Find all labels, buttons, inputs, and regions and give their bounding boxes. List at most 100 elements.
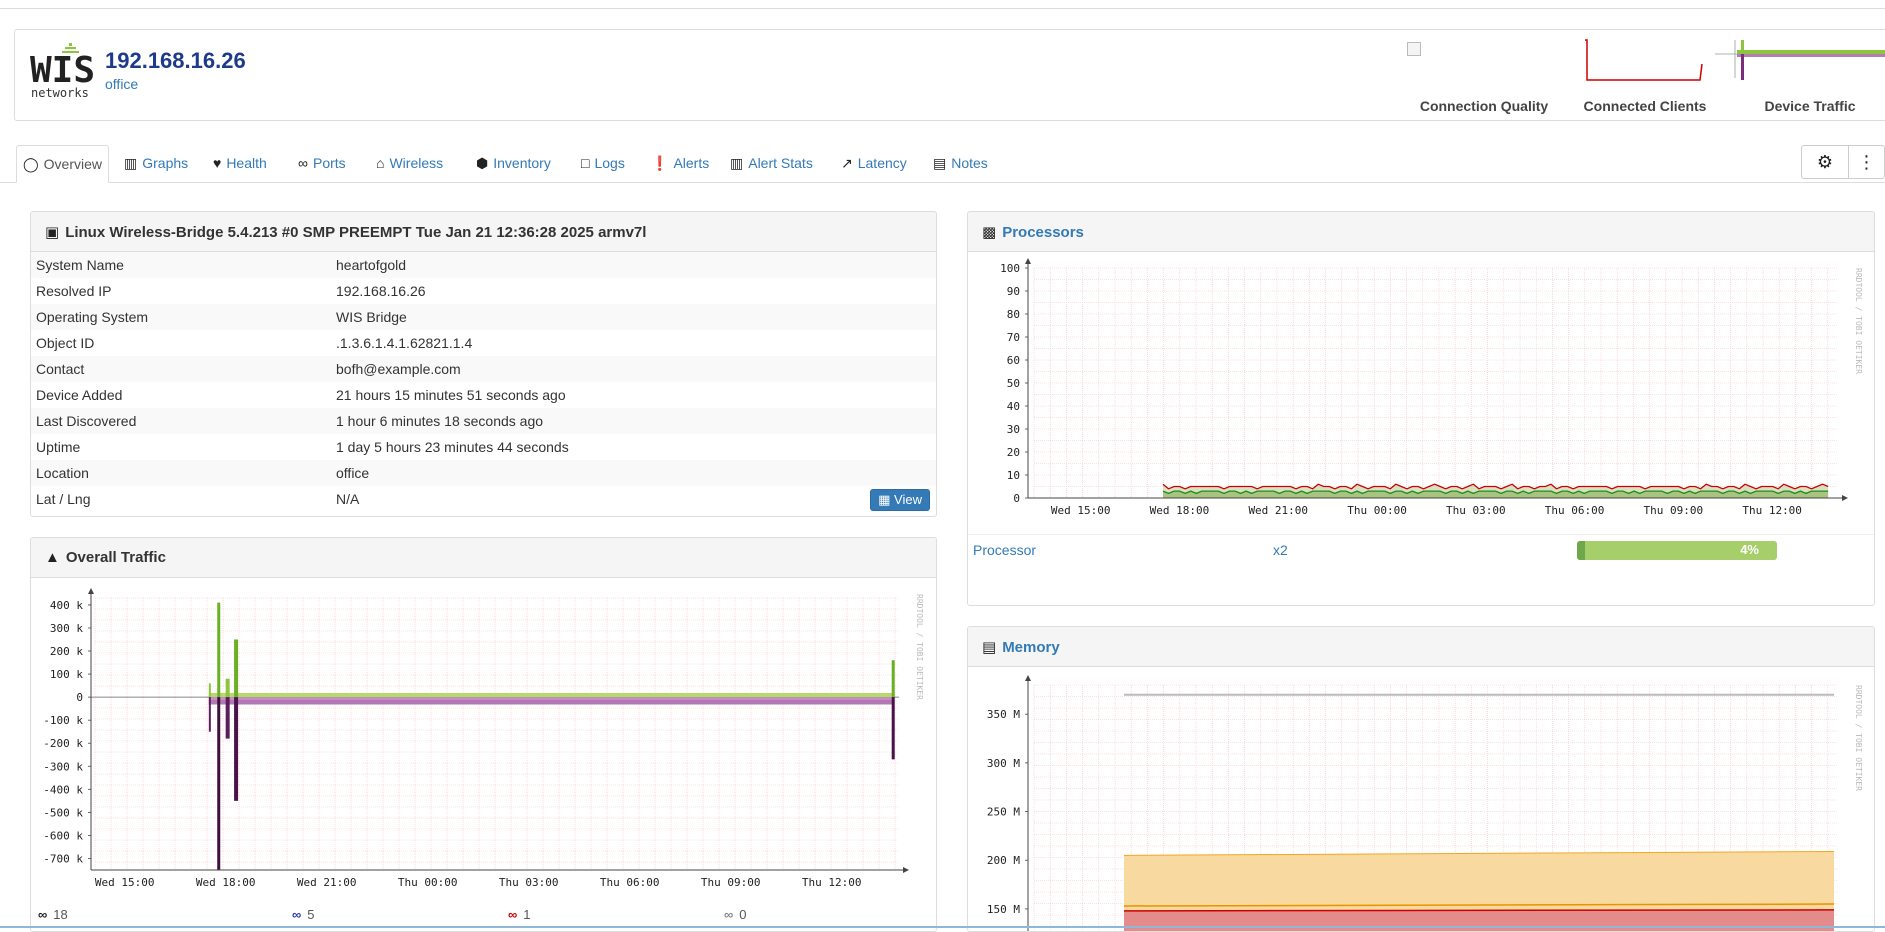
device-logo: WIS networks	[30, 43, 93, 100]
y-tick-label: 150 M	[987, 903, 1020, 916]
traffic-in-spike	[234, 639, 239, 698]
tab-ports[interactable]: ∞ Ports	[292, 145, 352, 183]
overview-label: Operating System	[31, 304, 331, 330]
overview-row: Lat / Lng N/A ▦ View	[31, 486, 936, 512]
tab-alert-stats[interactable]: ▥ Alert Stats	[724, 145, 819, 183]
memory-panel-header: ▤ Memory	[968, 627, 1874, 667]
traffic-panel-header: ▲ Overall Traffic	[31, 538, 936, 578]
x-tick-label: Thu 12:00	[802, 876, 862, 889]
y-tick-label: -400 k	[43, 783, 83, 796]
overview-label: Object ID	[36, 335, 95, 351]
ports-down-count[interactable]: ∞ 5	[292, 907, 315, 922]
processor-count: x2	[1273, 542, 1288, 558]
connected-clients-graph[interactable]: Connected Clients	[1575, 38, 1715, 114]
file-text-icon: ▤	[933, 155, 947, 171]
x-tick-label: Thu 00:00	[398, 876, 458, 889]
y-tick-label: 20	[1007, 446, 1020, 459]
y-tick-label: 200 M	[987, 854, 1020, 867]
device-traffic-graph[interactable]: Device Traffic	[1715, 38, 1885, 114]
rrd-watermark: RRDTOOL / TOBI OETIKER	[1854, 685, 1863, 791]
y-tick-label: 0	[1013, 492, 1020, 505]
overview-row: Operating System WIS Bridge	[31, 304, 936, 330]
traffic-out-spike	[891, 697, 895, 760]
exclamation-circle-icon: ❗	[651, 155, 669, 171]
processor-row[interactable]: Processor x2 4%	[968, 534, 1874, 564]
traffic-out-spike	[217, 697, 221, 870]
binoculars-icon: ▲	[45, 549, 60, 566]
bar-chart-icon: ▥	[124, 155, 138, 171]
y-tick-label: 0	[76, 691, 83, 704]
overview-value: 21 hours 15 minutes 51 seconds ago	[336, 387, 566, 403]
processors-chart[interactable]: 0 10 20 30 40 50 60 70 80 90 100 Wed 15:00 Wed 18:00…	[968, 254, 1874, 536]
overview-row: Uptime 1 day 5 hours 23 minutes 44 second…	[31, 434, 936, 460]
x-tick-label: Wed 21:00	[1248, 504, 1308, 517]
ports-ignored-count[interactable]: ∞ 0	[724, 907, 747, 922]
tab-health[interactable]: ♥ Health	[207, 145, 273, 183]
y-tick-label: 60	[1007, 354, 1020, 367]
overview-row: Last Discovered 1 hour 6 minutes 18 secon…	[31, 408, 936, 434]
overview-row: Contact bofh@example.com	[31, 356, 936, 382]
y-tick-label: -600 k	[43, 829, 83, 842]
lightbulb-icon: ◯	[23, 156, 39, 172]
tab-inventory[interactable]: ⬢ Inventory	[470, 145, 557, 183]
memory-icon: ▤	[982, 639, 997, 656]
memory-chart[interactable]: 350 M 300 M 250 M 200 M 150 M RRDTOOL / TOBI …	[968, 671, 1874, 932]
tab-wireless[interactable]: ⌂ Wireless	[370, 145, 449, 183]
x-tick-label: Wed 15:00	[1051, 504, 1111, 517]
device-hostname[interactable]: 192.168.16.26	[105, 48, 246, 74]
overview-label: Resolved IP	[36, 283, 112, 299]
connected-clients-sparkline	[1585, 39, 1703, 81]
y-tick-label: 40	[1007, 400, 1020, 413]
tab-logs[interactable]: □ Logs	[575, 145, 631, 183]
broken-link-icon: ∞	[508, 907, 518, 922]
connection-quality-label: Connection Quality	[1419, 98, 1549, 114]
y-tick-label: 350 M	[987, 708, 1020, 721]
y-tick-label: 90	[1007, 285, 1020, 298]
overview-value: office	[331, 460, 936, 486]
y-tick-label: 70	[1007, 331, 1020, 344]
overview-row: Resolved IP 192.168.16.26	[31, 278, 936, 304]
y-tick-label: 100	[1000, 262, 1020, 275]
y-axis-arrow	[1025, 258, 1031, 264]
rrd-watermark: RRDTOOL / TOBI OETIKER	[1854, 268, 1863, 374]
overall-traffic-chart[interactable]: 400 k 300 k 200 k 100 k 0 -100 k -200 k -300 k -…	[31, 582, 936, 912]
x-tick-label: Thu 12:00	[1742, 504, 1802, 517]
connected-clients-label: Connected Clients	[1583, 98, 1707, 114]
y-tick-label: -100 k	[43, 714, 83, 727]
y-axis-arrow	[1025, 675, 1031, 681]
id-card-icon: ▣	[45, 224, 60, 241]
tab-overview[interactable]: ◯ Overview	[16, 145, 110, 183]
overview-value: WIS Bridge	[331, 304, 936, 330]
processor-usage-bar: 4%	[1577, 541, 1777, 560]
overview-row: System Name heartofgold	[31, 252, 936, 278]
top-strip	[0, 0, 1885, 9]
vertical-dots-icon[interactable]: ⋮	[1848, 146, 1884, 178]
memory-title[interactable]: Memory	[1002, 639, 1060, 656]
overview-value: bofh@example.com	[331, 356, 936, 382]
microchip-icon: ▩	[982, 224, 997, 241]
processor-name[interactable]: Processor	[973, 542, 1036, 558]
tab-notes[interactable]: ▤ Notes	[927, 145, 994, 183]
overview-value: .1.3.6.1.4.1.62821.1.4	[336, 335, 473, 351]
traffic-out-area	[208, 699, 894, 705]
ports-up-count[interactable]: ∞ 18	[38, 907, 68, 922]
view-map-button[interactable]: ▦ View	[870, 489, 930, 511]
os-description: Linux Wireless-Bridge 5.4.213 #0 SMP PRE…	[65, 224, 647, 241]
overview-label: Contact	[31, 356, 331, 382]
overview-table: System Name heartofgold Resolved IP 192.168…	[31, 252, 936, 512]
overview-value: 1 day 5 hours 23 minutes 44 seconds	[336, 439, 569, 455]
tab-alerts[interactable]: ❗ Alerts	[645, 145, 715, 183]
x-tick-label: Thu 03:00	[1446, 504, 1506, 517]
tab-graphs[interactable]: ▥ Graphs	[118, 145, 194, 183]
overview-value: heartofgold	[331, 252, 936, 278]
device-location[interactable]: office	[105, 76, 138, 92]
y-tick-label: -200 k	[43, 737, 83, 750]
gear-icon[interactable]: ⚙	[1802, 146, 1848, 178]
x-tick-label: Thu 06:00	[600, 876, 660, 889]
cpu-series-area	[1163, 491, 1829, 498]
y-axis-arrow	[88, 588, 94, 594]
ports-shutdown-count[interactable]: ∞ 1	[508, 907, 531, 922]
traffic-out-spike	[234, 697, 239, 801]
tab-latency[interactable]: ↗ Latency	[835, 145, 913, 183]
processors-title[interactable]: Processors	[1002, 224, 1084, 241]
